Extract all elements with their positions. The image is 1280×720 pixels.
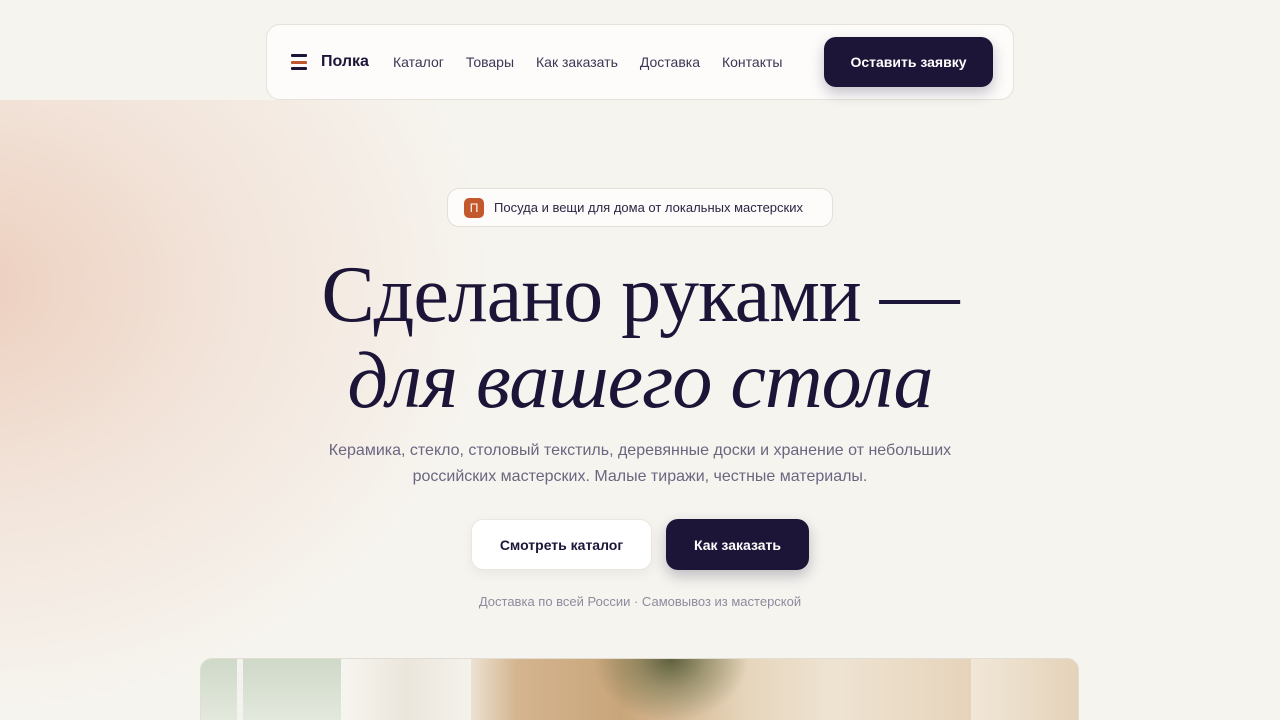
badge-text: Посуда и вещи для дома от локальных маст… [494, 200, 803, 215]
hero-title-line1: Сделано руками — [321, 251, 959, 339]
brand-badge-icon: П [464, 197, 484, 218]
nav-link-products[interactable]: Товары [466, 54, 514, 70]
nav-link-catalog[interactable]: Каталог [393, 54, 444, 70]
leave-request-button[interactable]: Оставить заявку [824, 37, 993, 87]
hero-image-curtain [341, 659, 471, 720]
how-to-order-button[interactable]: Как заказать [666, 519, 809, 570]
brand-name: Полка [321, 53, 369, 70]
page: Полка Каталог Товары Как заказать Достав… [0, 0, 1280, 720]
shelf-icon [291, 54, 307, 70]
brand-logo[interactable]: Полка [291, 53, 369, 71]
delivery-note: Доставка по всей России · Самовывоз из м… [478, 594, 802, 609]
nav-link-contacts[interactable]: Контакты [722, 54, 782, 70]
hero-image [200, 658, 1079, 720]
hero-image-plant [571, 659, 771, 720]
hero-title-line2: для вашего стола [347, 337, 934, 425]
nav-link-how-to-order[interactable]: Как заказать [536, 54, 618, 70]
hero-subtitle: Керамика, стекло, столовый текстиль, дер… [328, 442, 952, 485]
nav-link-delivery[interactable]: Доставка [640, 54, 700, 70]
hero-image-wall [971, 659, 1078, 720]
nav-links: Каталог Товары Как заказать Доставка Кон… [393, 54, 783, 70]
view-catalog-button[interactable]: Смотреть каталог [471, 519, 652, 570]
top-navigation: Полка Каталог Товары Как заказать Достав… [266, 24, 1014, 100]
hero-actions: Смотреть каталог Как заказать [471, 519, 809, 570]
tagline-badge: П Посуда и вещи для дома от локальных ма… [447, 188, 833, 227]
hero-title: Сделано руками — для вашего стола [0, 252, 1280, 424]
hero-image-window [201, 659, 341, 720]
hero-image-frame [237, 659, 243, 720]
